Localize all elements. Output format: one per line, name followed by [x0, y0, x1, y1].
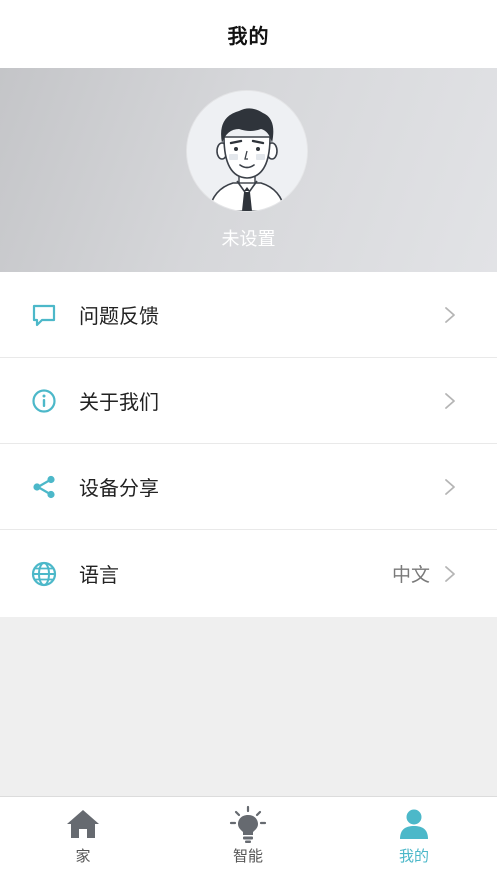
person-icon	[400, 809, 428, 839]
menu-item-label: 关于我们	[79, 390, 159, 414]
menu-item-feedback[interactable]: 问题反馈	[0, 272, 497, 358]
share-icon	[33, 475, 55, 498]
settings-menu: 问题反馈 关于我们 设备分享 语言 中文	[0, 272, 497, 617]
menu-item-label: 语言	[79, 563, 119, 587]
chevron-right-icon	[445, 392, 455, 409]
title-bar: 我的	[0, 0, 497, 68]
tab-label: 智能	[232, 847, 263, 865]
username[interactable]: 未设置	[0, 225, 497, 251]
app-root: 我的 未设置 问题反馈 关于我们 设备分享 语言 中文 家 智能 我的	[0, 0, 497, 883]
menu-item-language[interactable]: 语言 中文	[0, 530, 497, 617]
page-title: 我的	[227, 23, 270, 48]
tab-label: 我的	[398, 847, 429, 865]
home-icon	[67, 810, 99, 838]
menu-item-about[interactable]: 关于我们	[0, 358, 497, 444]
tab-mine[interactable]: 我的	[331, 797, 497, 883]
user-avatar-icon	[187, 91, 307, 211]
feedback-icon	[32, 304, 56, 326]
chevron-right-icon	[445, 565, 455, 582]
chevron-right-icon	[445, 306, 455, 323]
tab-home[interactable]: 家	[0, 797, 166, 883]
avatar[interactable]	[187, 91, 307, 211]
language-value: 中文	[391, 564, 430, 586]
menu-item-device-share[interactable]: 设备分享	[0, 444, 497, 530]
lightbulb-icon	[229, 805, 267, 843]
bottom-tab-bar: 家 智能 我的	[0, 796, 497, 883]
tab-smart[interactable]: 智能	[165, 797, 331, 883]
globe-icon	[31, 561, 57, 586]
menu-item-label: 设备分享	[79, 476, 159, 500]
info-icon	[32, 388, 56, 413]
chevron-right-icon	[445, 478, 455, 495]
menu-item-label: 问题反馈	[79, 304, 159, 328]
profile-header: 未设置	[0, 68, 497, 272]
tab-label: 家	[75, 847, 91, 865]
